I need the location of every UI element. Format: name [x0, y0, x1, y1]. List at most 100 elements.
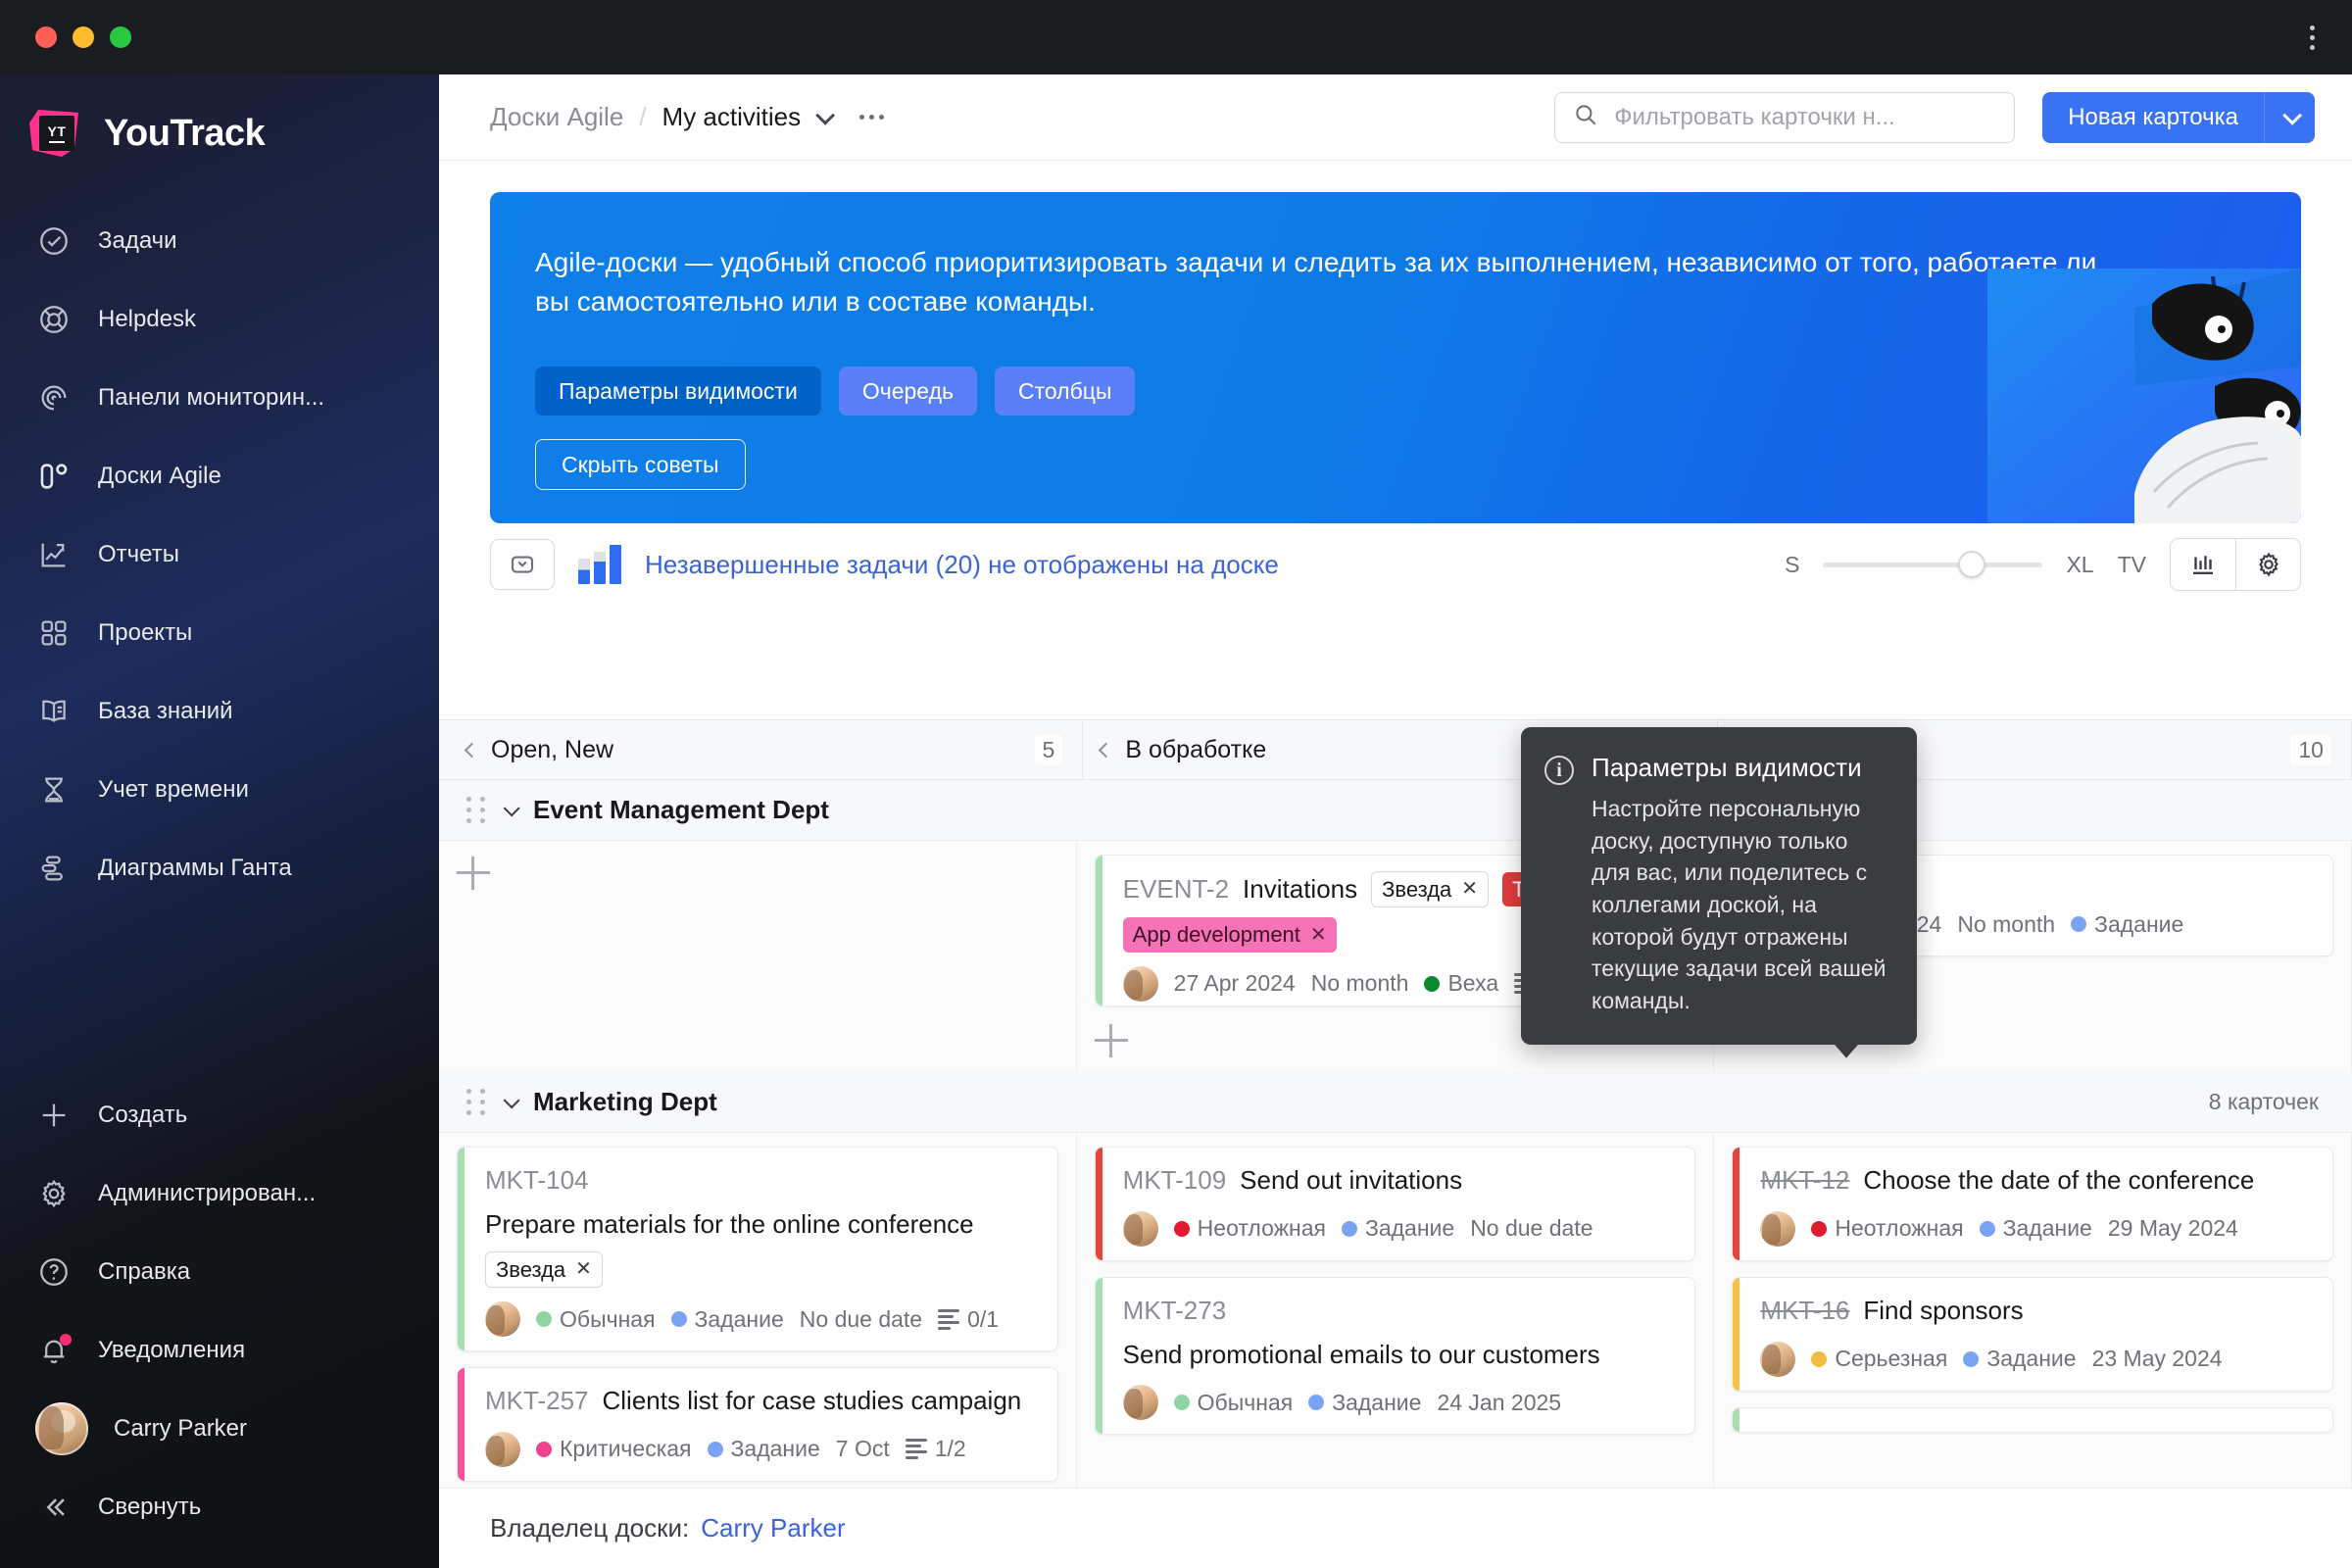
sidebar-item-time-tracking[interactable]: Учет времени — [0, 751, 439, 829]
sidebar-item-knowledge-base[interactable]: База знаний — [0, 672, 439, 751]
card-mkt-273[interactable]: MKT-273 Send promotional emails to our c… — [1094, 1276, 1696, 1436]
sidebar-item-label: Задачи — [98, 227, 177, 254]
drag-handle-icon[interactable] — [466, 797, 486, 823]
sidebar-item-projects[interactable]: Проекты — [0, 594, 439, 672]
checklist-count: 0/1 — [967, 1305, 1000, 1332]
sidebar-item-helpdesk[interactable]: Helpdesk — [0, 280, 439, 359]
board-cell[interactable]: MKT-104 Prepare materials for the online… — [439, 1133, 1077, 1513]
banner-illustration — [1987, 269, 2301, 523]
chevron-left-icon[interactable] — [464, 742, 480, 758]
chevron-down-icon[interactable] — [503, 1091, 520, 1108]
card-date: No due date — [799, 1305, 923, 1332]
column-count: 5 — [1034, 734, 1063, 765]
gear-icon — [35, 1175, 73, 1212]
hide-tips-button[interactable]: Скрыть советы — [535, 439, 746, 490]
banner-chip-visibility[interactable]: Параметры видимости — [535, 367, 821, 416]
banner-chip-columns[interactable]: Столбцы — [994, 367, 1136, 416]
sidebar-item-issues[interactable]: Задачи — [0, 202, 439, 280]
board-owner-footer: Владелец доски: Carry Parker — [439, 1488, 2352, 1568]
bar-chart-icon[interactable] — [578, 545, 621, 584]
gantt-icon — [35, 850, 73, 887]
card-size-slider[interactable] — [1823, 551, 2043, 578]
board-cell[interactable] — [439, 841, 1077, 1072]
card-mkt-104[interactable]: MKT-104 Prepare materials for the online… — [457, 1147, 1058, 1352]
hidden-issues-notice[interactable]: Незавершенные задачи (20) не отображены … — [645, 550, 1279, 580]
card-meta: Обычная Задание No due date 0/1 — [485, 1301, 1040, 1338]
card-mkt-109[interactable]: MKT-109 Send out invitations Неотложная — [1094, 1147, 1696, 1261]
column-header-open-new[interactable]: Open, New 5 — [439, 720, 1084, 779]
swimlane-header-event-management[interactable]: Event Management Dept — [439, 780, 2352, 841]
bell-icon — [35, 1332, 73, 1369]
user-name: Carry Parker — [114, 1415, 248, 1442]
swimlane-title: Event Management Dept — [533, 795, 829, 824]
card-id: MKT-16 — [1760, 1295, 1850, 1325]
card-mkt-12[interactable]: MKT-12 Choose the date of the conference… — [1732, 1147, 2334, 1261]
card-title: MKT-257 Clients list for case studies ca… — [485, 1384, 1040, 1418]
new-card-button[interactable]: Новая карточка — [2042, 91, 2264, 143]
chevron-down-icon[interactable] — [503, 799, 520, 816]
radar-icon — [35, 379, 73, 416]
sidebar-item-user-profile[interactable]: Carry Parker — [0, 1390, 439, 1468]
tag-remove-icon[interactable]: ✕ — [1461, 876, 1478, 903]
card-date: 7 Oct — [835, 1436, 890, 1462]
brand-logo-block[interactable]: YT YouTrack — [0, 74, 439, 161]
sidebar-item-reports[interactable]: Отчеты — [0, 515, 439, 594]
card-summary: Invitations — [1243, 874, 1358, 905]
filter-cards-search[interactable] — [1554, 91, 2016, 143]
swimlane-header-marketing[interactable]: Marketing Dept 8 карточек — [439, 1072, 2352, 1133]
chevron-left-icon[interactable] — [1099, 742, 1114, 758]
new-card-dropdown-button[interactable] — [2264, 91, 2315, 143]
sidebar-item-create[interactable]: Создать — [0, 1076, 439, 1154]
card-tag-star[interactable]: Звезда ✕ — [1371, 871, 1490, 908]
card-id: MKT-12 — [1760, 1165, 1850, 1195]
board-cell[interactable]: MKT-12 Choose the date of the conference… — [1714, 1133, 2352, 1513]
card-next-partial[interactable] — [1732, 1406, 2334, 1433]
sidebar-item-administration[interactable]: Администрирован... — [0, 1154, 439, 1233]
youtrack-agile-board-window: YT YouTrack Задачи Helpdesk Панели монит… — [0, 0, 2352, 1568]
board-owner-link[interactable]: Carry Parker — [701, 1513, 845, 1544]
bar-stats-icon[interactable] — [2171, 539, 2235, 590]
board-cell[interactable]: MKT-109 Send out invitations Неотложная — [1077, 1133, 1715, 1513]
collapse-card-icon[interactable] — [490, 539, 555, 590]
card-mkt-257[interactable]: MKT-257 Clients list for case studies ca… — [457, 1367, 1058, 1482]
close-window-button[interactable] — [35, 26, 57, 48]
tv-mode-button[interactable]: TV — [2118, 552, 2146, 578]
board-settings-gear-icon[interactable] — [2235, 539, 2300, 590]
sidebar-item-agile-boards[interactable]: Доски Agile — [0, 437, 439, 515]
tag-remove-icon[interactable]: ✕ — [575, 1256, 592, 1283]
search-input[interactable] — [1614, 103, 1997, 131]
card-tag-star[interactable]: Звезда ✕ — [485, 1250, 603, 1289]
type-color-dot — [2071, 916, 2087, 932]
main-content: Доски Agile / My activities Новая карточ… — [439, 74, 2352, 1568]
add-card-button[interactable] — [1094, 1023, 1128, 1058]
drag-handle-icon[interactable] — [466, 1089, 486, 1115]
sidebar-item-label: Учет времени — [98, 776, 249, 803]
sidebar-item-gantt-charts[interactable]: Диаграммы Ганта — [0, 829, 439, 907]
sidebar-item-notifications[interactable]: Уведомления — [0, 1311, 439, 1390]
card-priority: Обычная — [1173, 1390, 1293, 1416]
slider-knob[interactable] — [1958, 551, 1986, 578]
add-card-button[interactable] — [457, 857, 490, 890]
tag-remove-icon[interactable]: ✕ — [1310, 922, 1327, 949]
card-mkt-16[interactable]: MKT-16 Find sponsors Серьезная Задание 2… — [1732, 1276, 2334, 1392]
card-tag-app-development[interactable]: App development ✕ — [1122, 917, 1337, 953]
priority-color-dot — [1811, 1220, 1828, 1237]
open-book-icon — [35, 693, 73, 730]
breadcrumb-current-board[interactable]: My activities — [662, 102, 802, 132]
maximize-window-button[interactable] — [110, 26, 131, 48]
sidebar-item-help[interactable]: Справка — [0, 1233, 439, 1311]
chevron-down-icon[interactable] — [815, 105, 836, 125]
banner-chip-backlog[interactable]: Очередь — [838, 367, 977, 416]
browser-menu-icon[interactable] — [2310, 25, 2315, 50]
card-date: 27 Apr 2024 — [1173, 970, 1296, 997]
tooltip-body: Настройте персональную доску, доступную … — [1592, 796, 1886, 1013]
sidebar-collapse-button[interactable]: Свернуть — [0, 1468, 439, 1546]
sidebar-item-dashboards[interactable]: Панели мониторин... — [0, 359, 439, 437]
ellipsis-icon[interactable] — [859, 115, 885, 120]
card-date: No due date — [1470, 1215, 1593, 1242]
column-name: В обработке — [1125, 735, 1267, 763]
plus-icon — [35, 1097, 73, 1134]
minimize-window-button[interactable] — [73, 26, 94, 48]
breadcrumb-root-link[interactable]: Доски Agile — [490, 102, 623, 132]
column-count: 10 — [2290, 734, 2331, 765]
